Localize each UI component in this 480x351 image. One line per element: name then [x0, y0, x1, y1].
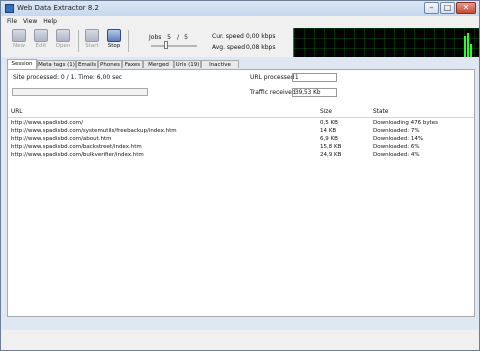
window-controls: – □ ✕ — [424, 2, 476, 14]
row-state: Downloaded: 14% — [373, 136, 424, 142]
start-label: Start — [85, 43, 99, 49]
session-progress-bar — [12, 88, 148, 96]
edit-label: Edit — [35, 43, 47, 49]
title-bar[interactable]: Web Data Extractor 8.2 – □ ✕ — [1, 1, 479, 16]
row-size: 15,8 KB — [320, 144, 342, 150]
table-row[interactable]: http://www.spadixbd.com/backstreet/index… — [8, 144, 474, 152]
toolbar-separator — [128, 30, 129, 52]
url-list[interactable]: URL Size State http://www.spadixbd.com/ … — [8, 107, 474, 316]
avg-speed-value: 0,08 kbps — [246, 44, 276, 51]
session-panel: Site processed: 0 / 1. Time: 6,00 sec UR… — [7, 69, 475, 317]
row-size: 0,5 KB — [320, 120, 338, 126]
traffic-graph — [293, 28, 479, 57]
menu-help[interactable]: Help — [43, 16, 57, 27]
graph-spike — [470, 44, 472, 57]
maximize-button[interactable]: □ — [440, 2, 455, 14]
status-bar — [1, 330, 479, 350]
jobs-current: 5 — [167, 34, 171, 41]
open-button[interactable]: Open — [53, 29, 73, 49]
table-row[interactable]: http://www.spadixbd.com/ 0,5 KB Download… — [8, 120, 474, 128]
stop-button[interactable]: Stop — [104, 29, 124, 49]
minimize-button[interactable]: – — [424, 2, 439, 14]
jobs-max: 5 — [184, 34, 188, 41]
graph-spike — [467, 33, 469, 57]
edit-icon — [34, 29, 48, 42]
url-processed-field: 1 — [292, 73, 337, 82]
new-label: New — [13, 43, 25, 49]
tab-merged-list[interactable]: Merged list — [143, 60, 174, 76]
open-icon — [56, 29, 70, 42]
new-icon — [12, 29, 26, 42]
cur-speed-label: Cur. speed — [212, 33, 244, 40]
stop-icon — [107, 29, 121, 42]
menu-bar: File View Help — [1, 16, 479, 27]
start-icon — [85, 29, 99, 42]
avg-speed-label: Avg. speed — [212, 44, 246, 51]
url-column-header[interactable]: URL — [11, 109, 23, 115]
graph-spike — [464, 36, 466, 57]
jobs-slider-track[interactable] — [151, 45, 197, 47]
menu-file[interactable]: File — [7, 16, 17, 27]
tab-urls[interactable]: Urls (19) — [174, 60, 201, 68]
table-row[interactable]: http://www.spadixbd.com/systemutils/free… — [8, 128, 474, 136]
tab-emails[interactable]: Emails — [76, 60, 98, 68]
row-size: 24,9 KB — [320, 152, 342, 158]
traffic-received-label: Traffic received — [250, 89, 296, 96]
url-processed-label: URL processed — [250, 74, 295, 81]
menu-view[interactable]: View — [23, 16, 37, 27]
tab-faxes[interactable]: Faxes — [122, 60, 143, 68]
jobs-separator: / — [177, 34, 180, 41]
row-url: http://www.spadixbd.com/about.htm — [11, 136, 112, 142]
row-url: http://www.spadixbd.com/ — [11, 120, 83, 126]
row-state: Downloading 476 bytes — [373, 120, 438, 126]
row-url: http://www.spadixbd.com/backstreet/index… — [11, 144, 142, 150]
row-state: Downloaded: 6% — [373, 144, 420, 150]
row-size: 14 KB — [320, 128, 337, 134]
stop-label: Stop — [107, 43, 121, 49]
edit-button[interactable]: Edit — [31, 29, 51, 49]
tab-phones[interactable]: Phones — [98, 60, 122, 68]
new-button[interactable]: New — [9, 29, 29, 49]
close-button[interactable]: ✕ — [456, 2, 476, 14]
jobs-slider-thumb[interactable] — [164, 41, 168, 49]
row-state: Downloaded: 4% — [373, 152, 420, 158]
session-status: Site processed: 0 / 1. Time: 6,00 sec — [13, 74, 123, 81]
toolbar-separator — [78, 30, 79, 52]
jobs-label: Jobs — [149, 34, 162, 41]
table-row[interactable]: http://www.spadixbd.com/bulkverifier/ind… — [8, 152, 474, 160]
tab-inactive-sites[interactable]: Inactive sites — [201, 60, 239, 76]
tab-meta-tags[interactable]: Meta tags (1) — [37, 60, 76, 68]
row-state: Downloaded: 7% — [373, 128, 420, 134]
traffic-received-field: 39,53 Kb — [292, 88, 337, 97]
tab-bar: Session Meta tags (1) Emails Phones Faxe… — [7, 59, 475, 76]
cur-speed-value: 0,00 kbps — [246, 33, 276, 40]
row-url: http://www.spadixbd.com/bulkverifier/ind… — [11, 152, 144, 158]
app-icon — [5, 4, 14, 13]
window-title: Web Data Extractor 8.2 — [17, 4, 100, 12]
start-button[interactable]: Start — [82, 29, 102, 49]
size-column-header[interactable]: Size — [320, 109, 332, 115]
graph-grid — [294, 28, 479, 57]
row-url: http://www.spadixbd.com/systemutils/free… — [11, 128, 177, 134]
row-size: 6,9 KB — [320, 136, 338, 142]
open-label: Open — [55, 43, 71, 49]
app-window: Web Data Extractor 8.2 – □ ✕ File View H… — [0, 0, 480, 351]
table-row[interactable]: http://www.spadixbd.com/about.htm 6,9 KB… — [8, 136, 474, 144]
tab-session[interactable]: Session — [7, 59, 37, 69]
state-column-header[interactable]: State — [373, 109, 388, 115]
list-header: URL Size State — [8, 107, 474, 118]
